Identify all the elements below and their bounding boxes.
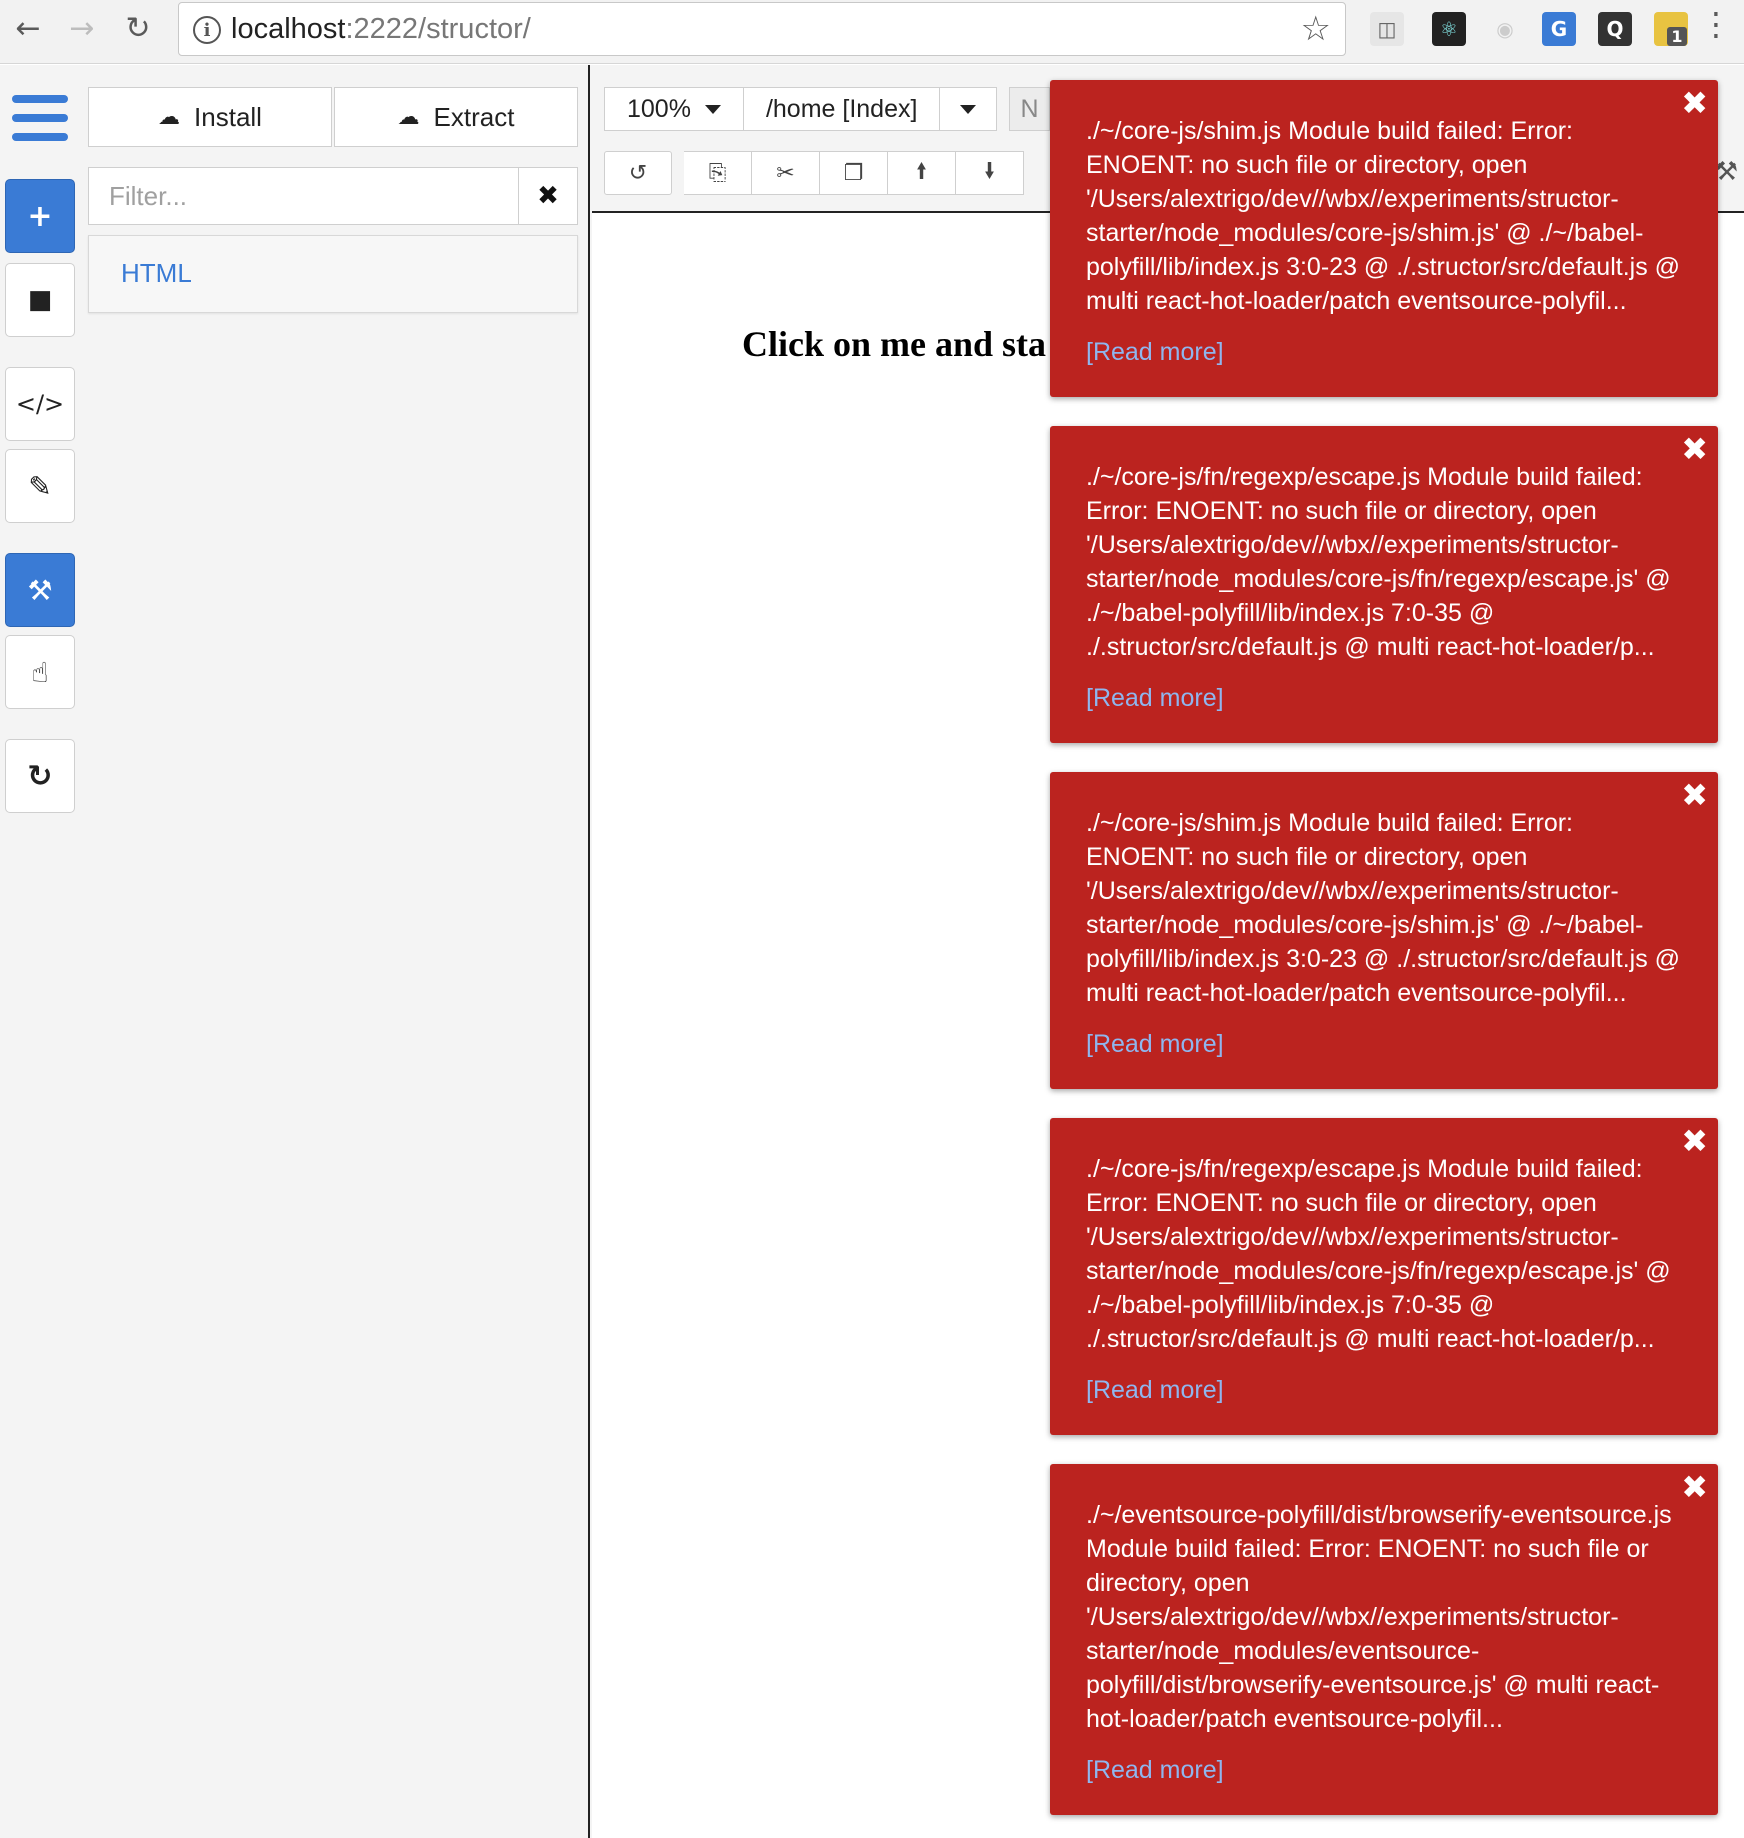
- new-page-button[interactable]: N: [1009, 87, 1050, 131]
- component-list: HTML: [88, 235, 578, 313]
- pointer-mode-button[interactable]: ☝: [5, 635, 75, 709]
- filter-input[interactable]: [88, 167, 518, 225]
- chevron-down-icon: [704, 104, 721, 114]
- refresh-button[interactable]: ↻: [5, 739, 75, 813]
- page-dropdown-button[interactable]: [940, 87, 998, 131]
- star-icon[interactable]: ☆: [1301, 9, 1331, 49]
- scissors-icon[interactable]: ✂: [752, 151, 820, 195]
- page-value: /home [Index]: [765, 94, 918, 123]
- add-component-button[interactable]: +: [5, 179, 75, 253]
- copy-icon[interactable]: ❐: [820, 151, 888, 195]
- wrench-icon[interactable]: ⚒: [1715, 157, 1738, 187]
- paste-icon[interactable]: ⎘: [684, 151, 752, 195]
- error-notification: ✖ ./~/core-js/fn/regexp/escape.js Module…: [1050, 426, 1718, 743]
- book-icon: ■: [27, 285, 53, 315]
- new-page-label: N: [1020, 94, 1039, 123]
- notification-message: ./~/core-js/shim.js Module build failed:…: [1086, 117, 1681, 315]
- hand-pointer-icon: ☝: [31, 655, 49, 689]
- extension-circle-icon[interactable]: ◉: [1488, 12, 1522, 46]
- arrow-up-icon[interactable]: 🠙: [888, 151, 956, 195]
- read-more-link[interactable]: [Read more]: [1086, 1030, 1224, 1059]
- zoom-value: 100%: [627, 94, 691, 123]
- close-icon[interactable]: ✖: [1681, 776, 1708, 814]
- site-info-icon[interactable]: i: [193, 16, 221, 44]
- browser-toolbar: ← → ↻ i localhost:2222/structor/ ☆ ◫ ⚛ ◉…: [0, 0, 1744, 64]
- notification-message: ./~/eventsource-polyfill/dist/browserify…: [1086, 1501, 1672, 1733]
- extension-puzzle-icon[interactable]: ◫: [1370, 12, 1404, 46]
- read-more-link[interactable]: [Read more]: [1086, 338, 1224, 367]
- reload-icon[interactable]: ↻: [118, 8, 158, 48]
- code-view-button[interactable]: </>: [5, 367, 75, 441]
- install-button[interactable]: ☁ Install: [88, 87, 332, 147]
- notification-message: ./~/core-js/fn/regexp/escape.js Module b…: [1086, 463, 1671, 661]
- url-path: :2222/structor/: [345, 13, 531, 45]
- page-toolbar: 100% /home [Index] N: [604, 87, 1050, 131]
- filter-bar: ✖: [88, 167, 578, 225]
- undo-icon[interactable]: ↺: [604, 151, 672, 195]
- canvas-heading[interactable]: Click on me and sta: [742, 323, 1046, 365]
- chevron-down-icon: [960, 104, 977, 114]
- wrench-icon: ⚒: [27, 573, 53, 607]
- library-button[interactable]: ■: [5, 263, 75, 337]
- hamburger-menu-icon[interactable]: [12, 95, 68, 141]
- plus-icon: +: [27, 198, 53, 234]
- extension-badge-icon[interactable]: 1: [1654, 12, 1688, 46]
- close-icon[interactable]: ✖: [1681, 1468, 1708, 1506]
- google-translate-icon[interactable]: G: [1542, 12, 1576, 46]
- notification-message: ./~/core-js/fn/regexp/escape.js Module b…: [1086, 1155, 1671, 1353]
- settings-wrench-button[interactable]: ⚒: [5, 553, 75, 627]
- close-icon[interactable]: ✖: [1681, 84, 1708, 122]
- extension-q-icon[interactable]: Q: [1598, 12, 1632, 46]
- close-icon[interactable]: ✖: [1681, 430, 1708, 468]
- read-more-link[interactable]: [Read more]: [1086, 1756, 1224, 1785]
- forward-arrow-icon[interactable]: →: [62, 8, 102, 48]
- address-bar[interactable]: i localhost:2222/structor/ ☆: [178, 2, 1346, 56]
- edit-toolbar: ↺ ⎘ ✂ ❐ 🠙 🠛: [604, 151, 1024, 195]
- error-notification: ✖ ./~/core-js/shim.js Module build faile…: [1050, 80, 1718, 397]
- read-more-link[interactable]: [Read more]: [1086, 684, 1224, 713]
- brush-icon: ✎: [28, 469, 52, 503]
- react-devtools-icon[interactable]: ⚛: [1432, 12, 1466, 46]
- error-notification: ✖ ./~/core-js/fn/regexp/escape.js Module…: [1050, 1118, 1718, 1435]
- clear-filter-icon[interactable]: ✖: [518, 167, 578, 225]
- cloud-upload-icon: ☁: [397, 104, 420, 130]
- style-editor-button[interactable]: ✎: [5, 449, 75, 523]
- error-notification: ✖ ./~/core-js/shim.js Module build faile…: [1050, 772, 1718, 1089]
- arrow-down-icon[interactable]: 🠛: [956, 151, 1024, 195]
- zoom-select[interactable]: 100%: [604, 87, 744, 131]
- back-arrow-icon[interactable]: ←: [8, 8, 48, 48]
- read-more-link[interactable]: [Read more]: [1086, 1376, 1224, 1405]
- error-notification: ✖ ./~/eventsource-polyfill/dist/browseri…: [1050, 1464, 1718, 1815]
- extract-label: Extract: [433, 101, 515, 132]
- code-icon: </>: [15, 390, 65, 418]
- url-host: localhost: [231, 13, 346, 45]
- install-label: Install: [194, 101, 262, 132]
- notification-message: ./~/core-js/shim.js Module build failed:…: [1086, 809, 1681, 1007]
- refresh-icon: ↻: [27, 758, 53, 794]
- list-item[interactable]: HTML: [121, 258, 192, 289]
- url-text[interactable]: localhost:2222/structor/: [231, 13, 531, 46]
- cloud-download-icon: ☁: [158, 104, 181, 130]
- install-extract-group: ☁ Install ☁ Extract: [88, 87, 578, 147]
- page-select[interactable]: /home [Index]: [743, 87, 941, 131]
- extension-badge-count: 1: [1667, 26, 1687, 46]
- close-icon[interactable]: ✖: [1681, 1122, 1708, 1160]
- menu-dots-icon[interactable]: ⋮: [1700, 8, 1732, 40]
- extract-button[interactable]: ☁ Extract: [334, 87, 578, 147]
- structor-app: + ■ </> ✎ ⚒ ☝ ↻ ☁ Install ☁ Extract ✖ HTML…: [0, 65, 1744, 1838]
